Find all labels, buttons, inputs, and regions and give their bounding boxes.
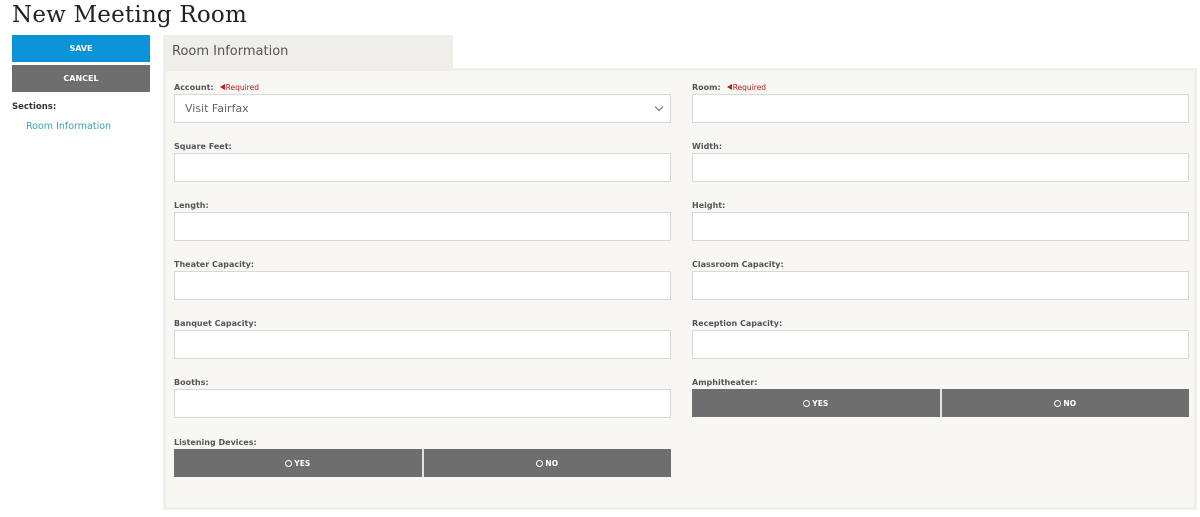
room-information-panel: Account: Required Visit Fairfax Room: Re… — [163, 68, 1197, 510]
theater-capacity-input[interactable] — [174, 271, 671, 300]
booths-input[interactable] — [174, 389, 671, 418]
booths-label: Booths: — [174, 377, 209, 387]
account-field: Account: Required Visit Fairfax — [174, 80, 671, 123]
chevron-down-icon — [654, 102, 664, 112]
square-feet-input[interactable] — [174, 153, 671, 182]
required-indicator: Required — [219, 83, 259, 92]
amphitheater-toggle: YES NO — [692, 389, 1189, 417]
length-label: Length: — [174, 200, 209, 210]
banquet-capacity-label: Banquet Capacity: — [174, 318, 257, 328]
section-link-room-information[interactable]: Room Information — [26, 121, 150, 132]
booths-field: Booths: — [174, 375, 671, 418]
page-title: New Meeting Room — [12, 2, 247, 28]
tab-room-information[interactable]: Room Information — [163, 35, 453, 68]
reception-capacity-label: Reception Capacity: — [692, 318, 783, 328]
room-field: Room: Required — [692, 80, 1189, 123]
height-input[interactable] — [692, 212, 1189, 241]
listening-devices-label: Listening Devices: — [174, 437, 257, 447]
amphitheater-no-option[interactable]: NO — [941, 389, 1189, 417]
room-label: Room: — [692, 82, 721, 92]
account-select[interactable]: Visit Fairfax — [174, 94, 671, 123]
radio-icon — [1054, 399, 1062, 407]
length-field: Length: — [174, 198, 671, 241]
square-feet-field: Square Feet: — [174, 139, 671, 182]
account-label: Account: — [174, 82, 214, 92]
reception-capacity-input[interactable] — [692, 330, 1189, 359]
amphitheater-label: Amphitheater: — [692, 377, 758, 387]
height-field: Height: — [692, 198, 1189, 241]
required-arrow-icon — [726, 84, 732, 90]
radio-icon — [285, 459, 293, 467]
banquet-capacity-input[interactable] — [174, 330, 671, 359]
classroom-capacity-field: Classroom Capacity: — [692, 257, 1189, 300]
amphitheater-yes-option[interactable]: YES — [692, 389, 942, 417]
sidebar: SAVE CANCEL Sections: Room Information — [12, 35, 150, 132]
listening-devices-toggle: YES NO — [174, 449, 671, 477]
amphitheater-field: Amphitheater: YES NO — [692, 375, 1189, 417]
classroom-capacity-label: Classroom Capacity: — [692, 259, 784, 269]
theater-capacity-field: Theater Capacity: — [174, 257, 671, 300]
width-field: Width: — [692, 139, 1189, 182]
save-button[interactable]: SAVE — [12, 35, 150, 62]
width-input[interactable] — [692, 153, 1189, 182]
listening-devices-field: Listening Devices: YES NO — [174, 435, 671, 477]
required-arrow-icon — [219, 84, 225, 90]
banquet-capacity-field: Banquet Capacity: — [174, 316, 671, 359]
square-feet-label: Square Feet: — [174, 141, 232, 151]
width-label: Width: — [692, 141, 723, 151]
sections-label: Sections: — [12, 102, 57, 112]
radio-icon — [536, 459, 544, 467]
theater-capacity-label: Theater Capacity: — [174, 259, 255, 269]
height-label: Height: — [692, 200, 726, 210]
cancel-button[interactable]: CANCEL — [12, 65, 150, 92]
room-input[interactable] — [692, 94, 1189, 123]
listening-devices-no-option[interactable]: NO — [423, 449, 671, 477]
length-input[interactable] — [174, 212, 671, 241]
listening-devices-yes-option[interactable]: YES — [174, 449, 424, 477]
required-indicator: Required — [726, 83, 766, 92]
reception-capacity-field: Reception Capacity: — [692, 316, 1189, 359]
classroom-capacity-input[interactable] — [692, 271, 1189, 300]
radio-icon — [803, 399, 811, 407]
